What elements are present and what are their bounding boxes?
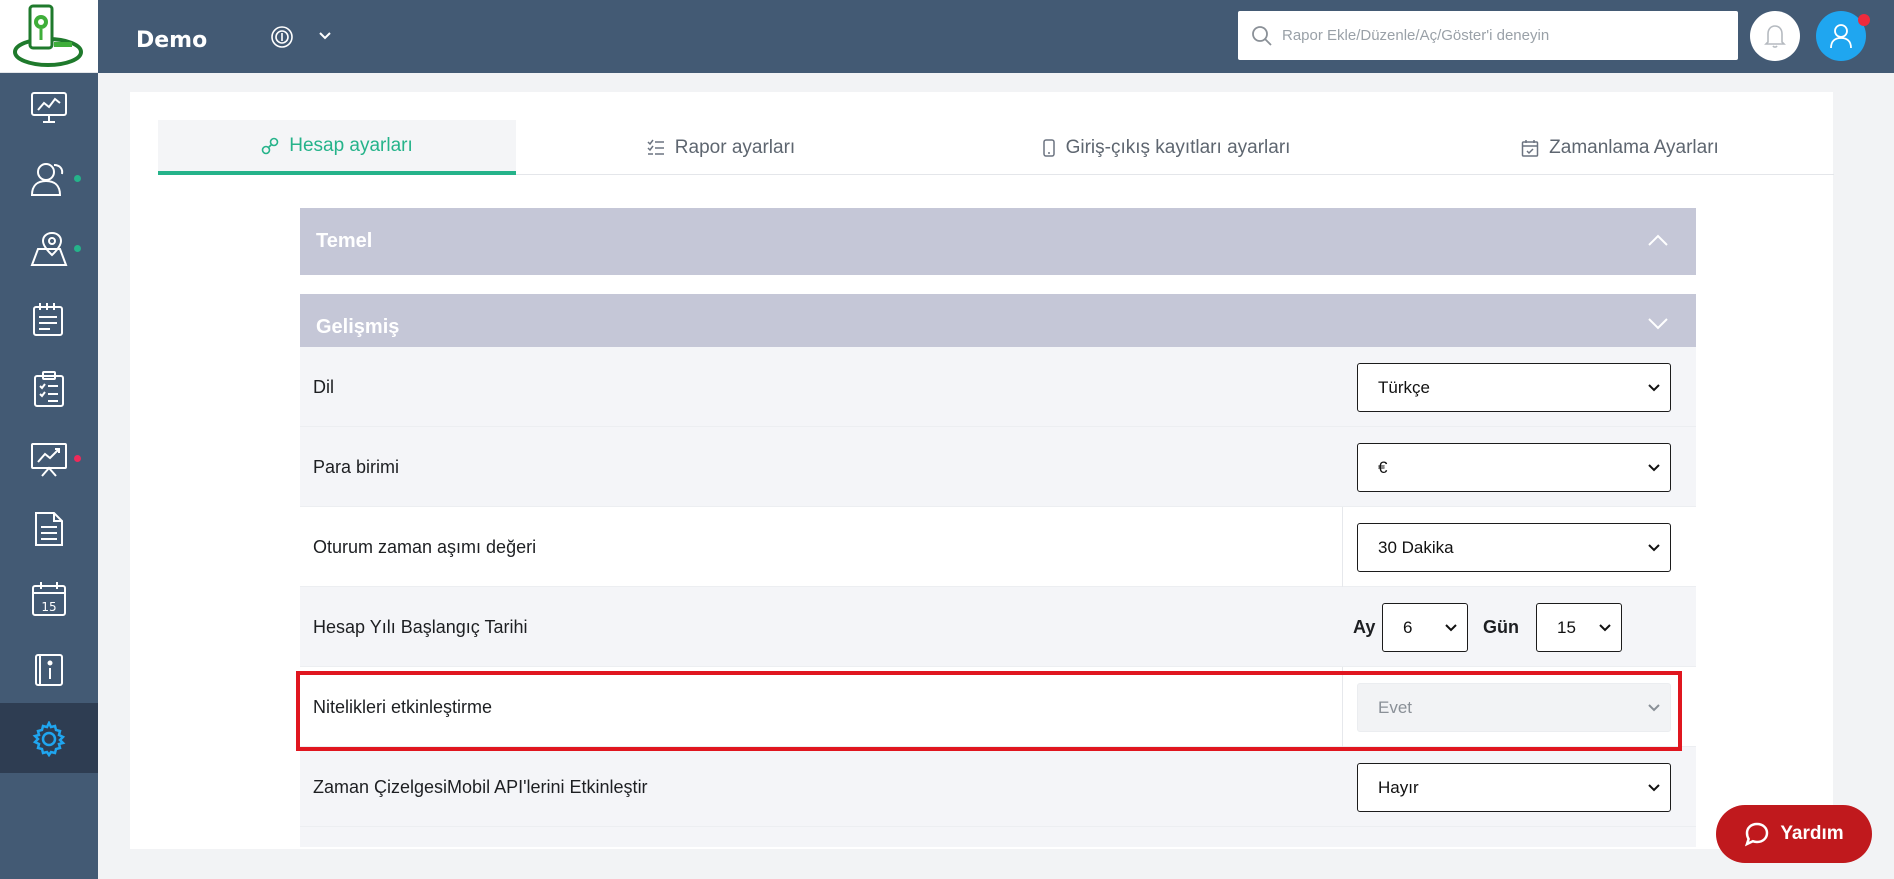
month-select[interactable]: 6 — [1382, 603, 1468, 652]
chevron-down-icon — [1648, 784, 1660, 792]
chevron-down-icon — [1648, 384, 1660, 392]
panel-title: Gelişmiş — [316, 316, 400, 338]
setting-row-currency: Para birimi € — [300, 427, 1696, 507]
divider — [1342, 667, 1343, 747]
chevron-down-icon — [1445, 624, 1457, 632]
setting-row-language: Dil Türkçe — [300, 347, 1696, 427]
sidebar-item-dashboard[interactable] — [0, 73, 98, 143]
list-bottom — [300, 827, 1696, 847]
help-button[interactable]: Yardım — [1716, 805, 1872, 863]
chevron-down-icon — [1648, 464, 1660, 472]
settings-tabs: Hesap ayarları Rapor ayarları Giriş-çıkı… — [158, 120, 1834, 175]
attributes-select[interactable]: Evet — [1357, 683, 1671, 732]
tab-label: Giriş-çıkış kayıtları ayarları — [1065, 136, 1291, 158]
tab-checkin-settings[interactable]: Giriş-çıkış kayıtları ayarları — [926, 120, 1406, 175]
sidebar-item-calendar[interactable]: 15 — [0, 563, 98, 633]
document-icon — [35, 512, 63, 546]
notification-badge — [1858, 14, 1870, 26]
tab-label: Rapor ayarları — [674, 136, 796, 158]
advanced-settings-list: Dil Türkçe Para birimi € Oturum zaman aş… — [300, 347, 1696, 847]
tab-account-settings[interactable]: Hesap ayarları — [158, 120, 516, 175]
sidebar-item-locations[interactable] — [0, 213, 98, 283]
sidebar: 15 — [0, 0, 98, 879]
chevron-down-icon — [1648, 318, 1668, 330]
settings-card: Hesap ayarları Rapor ayarları Giriş-çıkı… — [130, 92, 1834, 849]
session-timeout-select[interactable]: 30 Dakika — [1357, 523, 1671, 572]
search-box[interactable] — [1238, 11, 1738, 60]
notifications-button[interactable] — [1750, 11, 1800, 61]
checklist-icon — [647, 139, 664, 155]
gear-icon — [32, 721, 66, 757]
map-pin-icon — [30, 231, 68, 266]
day-label: Gün — [1483, 617, 1519, 637]
search-icon — [1252, 26, 1272, 46]
setting-row-attributes: Nitelikleri etkinleştirme Evet — [300, 667, 1696, 747]
setting-row-fiscal-year: Hesap Yılı Başlangıç Tarihi Ay 6 Gün 15 — [300, 587, 1696, 667]
sidebar-item-documents[interactable] — [0, 493, 98, 563]
month-label: Ay — [1353, 617, 1376, 637]
top-header: Demo — [98, 0, 1894, 73]
mobile-icon — [1042, 138, 1055, 157]
timesheet-api-select[interactable]: Hayır — [1357, 763, 1671, 812]
app-title: Demo — [136, 28, 208, 53]
calendar-check-icon — [1521, 139, 1539, 157]
tab-scheduling-settings[interactable]: Zamanlama Ayarları — [1406, 120, 1834, 175]
setting-label: Para birimi — [313, 457, 400, 477]
panel-basic-header[interactable]: Temel — [300, 208, 1696, 275]
sidebar-item-info[interactable] — [0, 633, 98, 703]
user-icon — [1830, 24, 1852, 49]
svg-text:15: 15 — [41, 600, 56, 614]
tab-report-settings[interactable]: Rapor ayarları — [516, 120, 926, 175]
calendar-icon: 15 — [32, 582, 66, 616]
status-dot — [74, 245, 81, 252]
monitor-chart-icon — [31, 92, 67, 123]
notepad-icon — [33, 303, 63, 336]
setting-row-session-timeout: Oturum zaman aşımı değeri 30 Dakika — [300, 507, 1696, 587]
presentation-chart-icon — [31, 443, 67, 477]
tab-label: Zamanlama Ayarları — [1549, 136, 1719, 158]
bell-icon — [1764, 25, 1786, 48]
search-input[interactable] — [1282, 11, 1722, 60]
sidebar-item-reports[interactable] — [0, 423, 98, 493]
setting-label: Nitelikleri etkinleştirme — [313, 697, 493, 717]
setting-label: Hesap Yılı Başlangıç Tarihi — [313, 617, 528, 637]
setting-label: Dil — [313, 377, 334, 397]
sidebar-item-users[interactable] — [0, 143, 98, 213]
setting-label: Zaman ÇizelgesiMobil API'lerini Etkinleş… — [313, 777, 648, 797]
setting-row-timesheet-api: Zaman ÇizelgesiMobil API'lerini Etkinleş… — [300, 747, 1696, 827]
tab-label: Hesap ayarları — [289, 134, 413, 156]
panel-advanced-header[interactable]: Gelişmiş — [300, 294, 1696, 347]
users-icon — [30, 163, 64, 196]
app-logo[interactable] — [0, 0, 98, 73]
panel-title: Temel — [316, 230, 373, 252]
chevron-down-icon — [1648, 704, 1660, 712]
chevron-down-icon — [1648, 544, 1660, 552]
currency-select[interactable]: € — [1357, 443, 1671, 492]
clipboard-list-icon — [34, 371, 64, 407]
status-dot — [74, 175, 81, 182]
currency-switch-icon[interactable] — [270, 25, 294, 49]
chat-bubble-icon — [1745, 822, 1769, 847]
info-book-icon — [35, 654, 63, 686]
chevron-down-icon — [1599, 624, 1611, 632]
setting-label: Oturum zaman aşımı değeri — [313, 537, 537, 557]
status-dot — [74, 455, 81, 462]
sidebar-item-settings[interactable] — [0, 703, 98, 773]
language-select[interactable]: Türkçe — [1357, 363, 1671, 412]
sidebar-item-checklists[interactable] — [0, 353, 98, 423]
divider — [1342, 507, 1343, 587]
chevron-up-icon — [1648, 234, 1668, 246]
link-icon — [261, 137, 279, 154]
chevron-down-icon[interactable] — [318, 28, 332, 42]
help-label: Yardım — [1780, 823, 1844, 844]
sidebar-item-tasks[interactable] — [0, 283, 98, 353]
day-select[interactable]: 15 — [1536, 603, 1622, 652]
